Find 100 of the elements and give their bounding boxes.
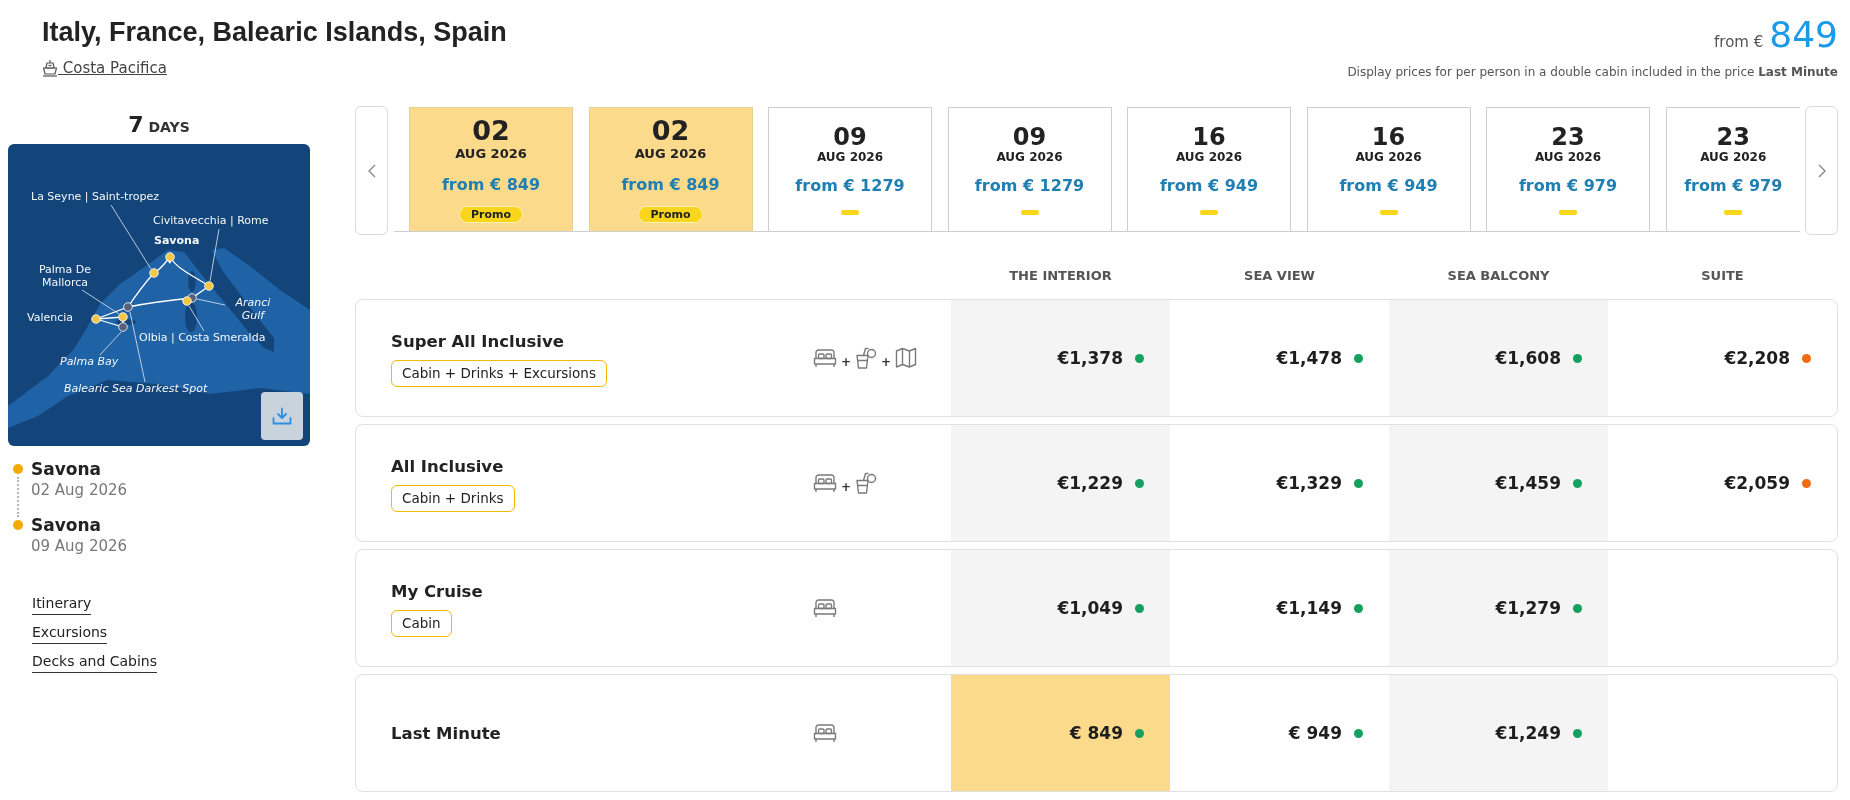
price-cell[interactable]: €1,279 (1389, 550, 1608, 666)
drink-icon (855, 472, 878, 494)
drink-icon (855, 347, 878, 369)
departure-card[interactable]: 09 AUG 2026 from € 1279 (768, 107, 932, 231)
chevron-left-icon (367, 163, 376, 178)
section-link[interactable]: Decks and Cabins (32, 651, 158, 673)
map-icon (895, 347, 918, 369)
next-button[interactable] (1805, 106, 1838, 235)
waypoint-marker-icon (118, 322, 128, 332)
section-link[interactable]: Itinerary (32, 593, 92, 615)
column-header: THE INTERIOR (1009, 267, 1112, 283)
departure-card[interactable]: 09 AUG 2026 from € 1279 (947, 107, 1112, 231)
price-amount: €1,229 (1057, 473, 1123, 493)
stop-port: Savona (31, 514, 103, 536)
departure-card[interactable]: 02 AUG 2026 from € 849 Promo (409, 107, 573, 231)
price-amount: €1,478 (1276, 348, 1342, 368)
leader-line (110, 204, 152, 270)
stop-date: 02 Aug 2026 (31, 480, 128, 500)
port-marker-icon (182, 296, 192, 306)
departure-day: 23 (1716, 124, 1750, 150)
departure-month: AUG 2026 (816, 150, 884, 164)
map-label: Olbia | Costa Smeralda (139, 331, 266, 344)
departure-price: from € 1279 (974, 177, 1085, 195)
departure-price: from € 949 (1339, 177, 1438, 195)
fare-name: My Cruise (391, 580, 483, 603)
map-label: Civitavecchia | Rome (153, 214, 269, 227)
dash-icon (1724, 210, 1743, 215)
departure-month: AUG 2026 (1700, 150, 1767, 164)
duration-unit: DAYS (148, 119, 190, 135)
price-amount: €1,329 (1276, 473, 1342, 493)
fare-name: All Inclusive (391, 455, 504, 478)
column-header: SUITE (1701, 267, 1744, 283)
column-header: SEA BALCONY (1447, 267, 1550, 283)
bed-icon (813, 598, 837, 618)
timeline-dot-icon (13, 520, 23, 530)
departure-card[interactable]: 02 AUG 2026 from € 849 Promo (588, 107, 753, 231)
download-icon (272, 407, 292, 425)
price-cell[interactable]: €1,229 (951, 425, 1170, 541)
ship-link[interactable]: Costa Pacifica (42, 56, 167, 80)
cruise-title: Italy, France, Balearic Islands, Spain (42, 16, 507, 49)
price-prefix: from € (1714, 32, 1764, 53)
previous-button[interactable] (355, 106, 388, 235)
chevron-right-icon (1817, 163, 1826, 178)
price-cell[interactable]: € 849 (951, 675, 1170, 791)
price-amount: €2,208 (1724, 348, 1790, 368)
departure-month: AUG 2026 (634, 146, 707, 162)
price-amount: €1,279 (1495, 598, 1561, 618)
plus-sign: + (841, 355, 852, 369)
promo-badge: Promo (638, 206, 703, 223)
port-marker-icon (118, 312, 128, 322)
price-amount: €1,378 (1057, 348, 1123, 368)
price-cell[interactable]: €1,049 (951, 550, 1170, 666)
dash-icon (1559, 210, 1577, 215)
price-amount: €1,608 (1495, 348, 1561, 368)
departure-day: 09 (1012, 124, 1047, 150)
timeline-connector (17, 477, 19, 517)
departure-day: 16 (1371, 124, 1406, 150)
departure-card[interactable]: 23 AUG 2026 from € 979 (1486, 107, 1650, 231)
map-label: La Seyne | Saint-tropez (31, 190, 159, 203)
price-cell[interactable]: €1,459 (1389, 425, 1608, 541)
departure-card[interactable]: 16 AUG 2026 from € 949 (1306, 107, 1471, 231)
price-amount: €1,249 (1495, 723, 1561, 743)
dash-icon (1379, 210, 1398, 215)
section-link[interactable]: Excursions (32, 622, 108, 644)
download-button[interactable] (261, 392, 303, 440)
departure-month: AUG 2026 (455, 146, 527, 162)
price-amount: € 949 (1288, 723, 1342, 743)
price-amount: €1,049 (1057, 598, 1123, 618)
price-cell[interactable]: €1,608 (1389, 300, 1608, 416)
dash-icon (841, 210, 859, 215)
departure-day: 09 (833, 124, 867, 150)
departure-month: AUG 2026 (996, 150, 1063, 164)
price-amount: €1,459 (1495, 473, 1561, 493)
leader-line (99, 331, 122, 356)
price-cell[interactable]: €1,378 (951, 300, 1170, 416)
map-label: Aranci Gulf (234, 296, 272, 322)
map-label: Palma Bay (60, 355, 119, 368)
ship-icon (42, 59, 58, 77)
includes-tag: Cabin (391, 609, 452, 637)
plus-sign: + (841, 480, 852, 494)
bed-icon (813, 473, 837, 493)
departure-price: from € 849 (441, 176, 541, 194)
fare-name: Super All Inclusive (391, 330, 564, 353)
bed-icon (813, 723, 837, 743)
port-marker-icon (149, 268, 159, 278)
map-label: Balearic Sea Darkest Spot (64, 382, 208, 395)
duration-number: 7 (128, 112, 144, 137)
column-header: SEA VIEW (1244, 267, 1315, 283)
departure-month: AUG 2026 (1355, 150, 1422, 164)
departure-card[interactable]: 16 AUG 2026 from € 949 (1127, 107, 1291, 231)
departure-card[interactable]: 23 AUG 2026 from € 979 (1665, 107, 1800, 231)
leader-line (209, 228, 220, 282)
port-marker-icon (204, 281, 214, 291)
leader-line (81, 289, 120, 315)
map-label: Palma De Mallorca (37, 263, 93, 289)
price-cell[interactable]: €1,249 (1389, 675, 1608, 791)
departure-price: from € 949 (1159, 177, 1259, 195)
plus-sign: + (881, 355, 892, 369)
departure-price: from € 979 (1518, 177, 1618, 195)
port-marker-icon (91, 314, 101, 324)
